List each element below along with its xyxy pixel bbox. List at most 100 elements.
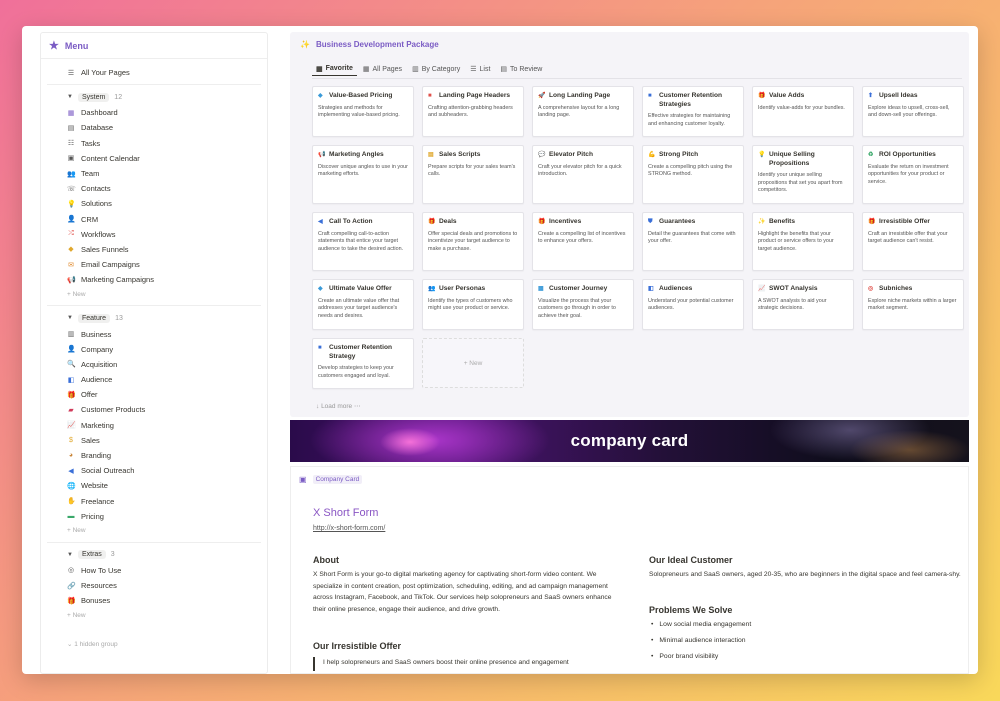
card-benefits[interactable]: ✨ Benefits Highlight the benefits that you…: [752, 212, 854, 271]
card-title: Irresistible Offer: [879, 218, 930, 225]
lightbulb-icon: 💡: [758, 152, 766, 158]
card-title: Unique Selling Propositions: [769, 151, 815, 167]
sidebar-item-business[interactable]: ▥ Business: [41, 326, 267, 341]
box-icon: ▰: [68, 406, 74, 414]
company-url-link[interactable]: http://x-short-form.com/: [313, 525, 385, 532]
sidebar-item-label: Customer Products: [81, 405, 146, 415]
sidebar-item-sales-funnels[interactable]: ◆ Sales Funnels: [41, 242, 267, 257]
sidebar-item-crm[interactable]: 👤 CRM: [41, 212, 267, 227]
sidebar-item-label: Sales Funnels: [81, 244, 129, 254]
card-audiences[interactable]: ◧ Audiences Understand your potential cust…: [642, 279, 744, 330]
sidebar-item-solutions[interactable]: 💡 Solutions: [41, 196, 267, 211]
sidebar-item-team[interactable]: 👥 Team: [41, 166, 267, 181]
sidebar-item-marketing[interactable]: 📈 Marketing: [41, 418, 267, 433]
tab-list[interactable]: ☰ List: [466, 62, 494, 76]
card-value-adds[interactable]: 🎁 Value Adds Identify value-adds for your …: [752, 86, 854, 137]
sidebar-item-marketing-campaigns[interactable]: 📢 Marketing Campaigns: [41, 272, 267, 287]
card-strong-pitch[interactable]: 💪 Strong Pitch Create a compelling pitch u…: [642, 145, 744, 204]
card-upsell-ideas[interactable]: ⬆ Upsell Ideas Explore ideas to upsell, cr…: [862, 86, 964, 137]
business-development-package: ✨ Business Development Package ▦ Favorite…: [290, 32, 969, 417]
new-card-button[interactable]: + New: [422, 338, 524, 388]
dashboard-icon: ▦: [67, 109, 75, 117]
card-desc: Identify your unique selling proposition…: [758, 172, 843, 194]
tab-all-pages[interactable]: ▦ All Pages: [359, 62, 406, 76]
sidebar-item-sales[interactable]: $ Sales: [41, 433, 267, 448]
card-customer-journey[interactable]: ▦ Customer Journey Visualize the process t…: [532, 279, 634, 330]
group-system-header[interactable]: ▼ System 12: [41, 89, 267, 105]
card-desc: Understand your potential customer audie…: [648, 297, 734, 312]
about-heading: About: [313, 555, 339, 565]
new-page-button[interactable]: + New: [41, 524, 267, 538]
card-user-personas[interactable]: 👥 User Personas Identify the types of cust…: [422, 279, 524, 330]
card-title: Elevator Pitch: [549, 151, 593, 158]
sidebar-item-audience[interactable]: ◧ Audience: [41, 372, 267, 387]
sparkle-icon: ✨: [300, 40, 310, 49]
load-more-button[interactable]: ↓ Load more ⋯: [316, 402, 360, 410]
card-call-to-action[interactable]: ◀ Call To Action Craft compelling call-to-…: [312, 212, 414, 271]
menu-header[interactable]: ★ Menu: [41, 33, 267, 59]
group-tag: Extras: [77, 550, 106, 560]
sidebar-item-database[interactable]: ▤ Database: [41, 120, 267, 135]
card-desc: Create a compelling pitch using the STRO…: [648, 163, 733, 178]
sidebar-item-label: How To Use: [81, 565, 122, 575]
group-extras-header[interactable]: ▼ Extras 3: [41, 547, 267, 563]
card-subniches[interactable]: ◎ Subniches Explore niche markets within a…: [862, 279, 964, 330]
sidebar-item-dashboard[interactable]: ▦ Dashboard: [41, 105, 267, 120]
card-value-based-pricing[interactable]: ◆ Value-Based Pricing Strategies and metho…: [312, 86, 414, 137]
hidden-group-toggle[interactable]: ⌄ 1 hidden group: [41, 636, 267, 652]
sidebar-item-customer-products[interactable]: ▰ Customer Products: [41, 402, 267, 417]
sidebar-item-social-outreach[interactable]: ◀ Social Outreach: [41, 463, 267, 478]
card-elevator-pitch[interactable]: 💬 Elevator Pitch Craft your elevator pitch…: [532, 145, 634, 204]
card-desc: A comprehensive layout for a long landin…: [538, 104, 620, 119]
group-tag: Feature: [77, 313, 111, 323]
sidebar-item-how-to-use[interactable]: ◎ How To Use: [41, 563, 267, 578]
company-card-tag[interactable]: Company Card: [312, 475, 363, 484]
sidebar-item-email-campaigns[interactable]: ✉ Email Campaigns: [41, 257, 267, 272]
card-ultimate-value-offer[interactable]: ◆ Ultimate Value Offer Create an ultimate …: [312, 279, 414, 330]
card-sales-scripts[interactable]: ▤ Sales Scripts Prepare scripts for your s…: [422, 145, 524, 204]
card-unique-selling-propositions[interactable]: 💡 Unique Selling Propositions Identify you…: [752, 145, 854, 204]
card-irresistible-offer[interactable]: 🎁 Irresistible Offer Craft an irresistible…: [862, 212, 964, 271]
sidebar-item-website[interactable]: 🌐 Website: [41, 478, 267, 493]
retention-icon: ■: [318, 345, 322, 351]
tab-favorite[interactable]: ▦ Favorite: [312, 62, 357, 76]
sidebar-item-bonuses[interactable]: 🎁 Bonuses: [41, 593, 267, 608]
sidebar-item-pricing[interactable]: ▬ Pricing: [41, 509, 267, 524]
tab-label: Favorite: [325, 65, 353, 72]
card-swot-analysis[interactable]: 📈 SWOT Analysis A SWOT analysis to aid you…: [752, 279, 854, 330]
card-guarantees[interactable]: ⛊ Guarantees Detail the guarantees that co…: [642, 212, 744, 271]
tab-by-category[interactable]: ▥ By Category: [408, 62, 464, 76]
sidebar-item-freelance[interactable]: ✋ Freelance: [41, 494, 267, 509]
card-marketing-angles[interactable]: 📢 Marketing Angles Discover unique angles …: [312, 145, 414, 204]
card-deals[interactable]: 🎁 Deals Offer special deals and promotions…: [422, 212, 524, 271]
sidebar-item-branding[interactable]: ◕ Branding: [41, 448, 267, 463]
card-desc: Discover unique angles to use in your ma…: [318, 163, 408, 178]
tab-to-review[interactable]: ▤ To Review: [496, 62, 546, 76]
card-customer-retention-strategy[interactable]: ■ Customer Retention Strategy Develop stra…: [312, 338, 414, 389]
gift-icon: 🎁: [67, 597, 76, 605]
sidebar-item-contacts[interactable]: ☏ Contacts: [41, 181, 267, 196]
card-desc: Highlight the benefits that your product…: [758, 230, 834, 252]
sidebar-item-workflows[interactable]: ⤮ Workflows: [41, 227, 267, 242]
card-title: Value-Based Pricing: [329, 92, 393, 99]
sidebar-item-all-pages[interactable]: ☰ All Your Pages: [41, 65, 267, 80]
card-roi-opportunities[interactable]: ♻ ROI Opportunities Evaluate the return on…: [862, 145, 964, 204]
sidebar-item-content-calendar[interactable]: ▣ Content Calendar: [41, 151, 267, 166]
group-feature-header[interactable]: ▼ Feature 13: [41, 310, 267, 326]
sidebar-item-company[interactable]: 👤 Company: [41, 342, 267, 357]
sidebar-item-resources[interactable]: 🔗 Resources: [41, 578, 267, 593]
card-long-landing-page[interactable]: 🚀 Long Landing Page A comprehensive layout…: [532, 86, 634, 137]
sidebar-item-label: Tasks: [81, 138, 101, 148]
money-icon: $: [69, 436, 73, 444]
new-page-button[interactable]: + New: [41, 608, 267, 622]
card-customer-retention-strategies[interactable]: ■ Customer Retention Strategies Effective …: [642, 86, 744, 137]
sidebar-item-tasks[interactable]: ☷ Tasks: [41, 136, 267, 151]
card-incentives[interactable]: 🎁 Incentives Create a compelling list of i…: [532, 212, 634, 271]
new-page-button[interactable]: + New: [41, 287, 267, 301]
bullet-icon: •: [651, 621, 654, 628]
card-landing-page-headers[interactable]: ■ Landing Page Headers Crafting attention-…: [422, 86, 524, 137]
sidebar-item-acquisition[interactable]: 🔍 Acquisition: [41, 357, 267, 372]
sidebar-item-offer[interactable]: 🎁 Offer: [41, 387, 267, 402]
gift-icon: 🎁: [758, 93, 766, 99]
speech-icon: 💬: [538, 152, 546, 158]
